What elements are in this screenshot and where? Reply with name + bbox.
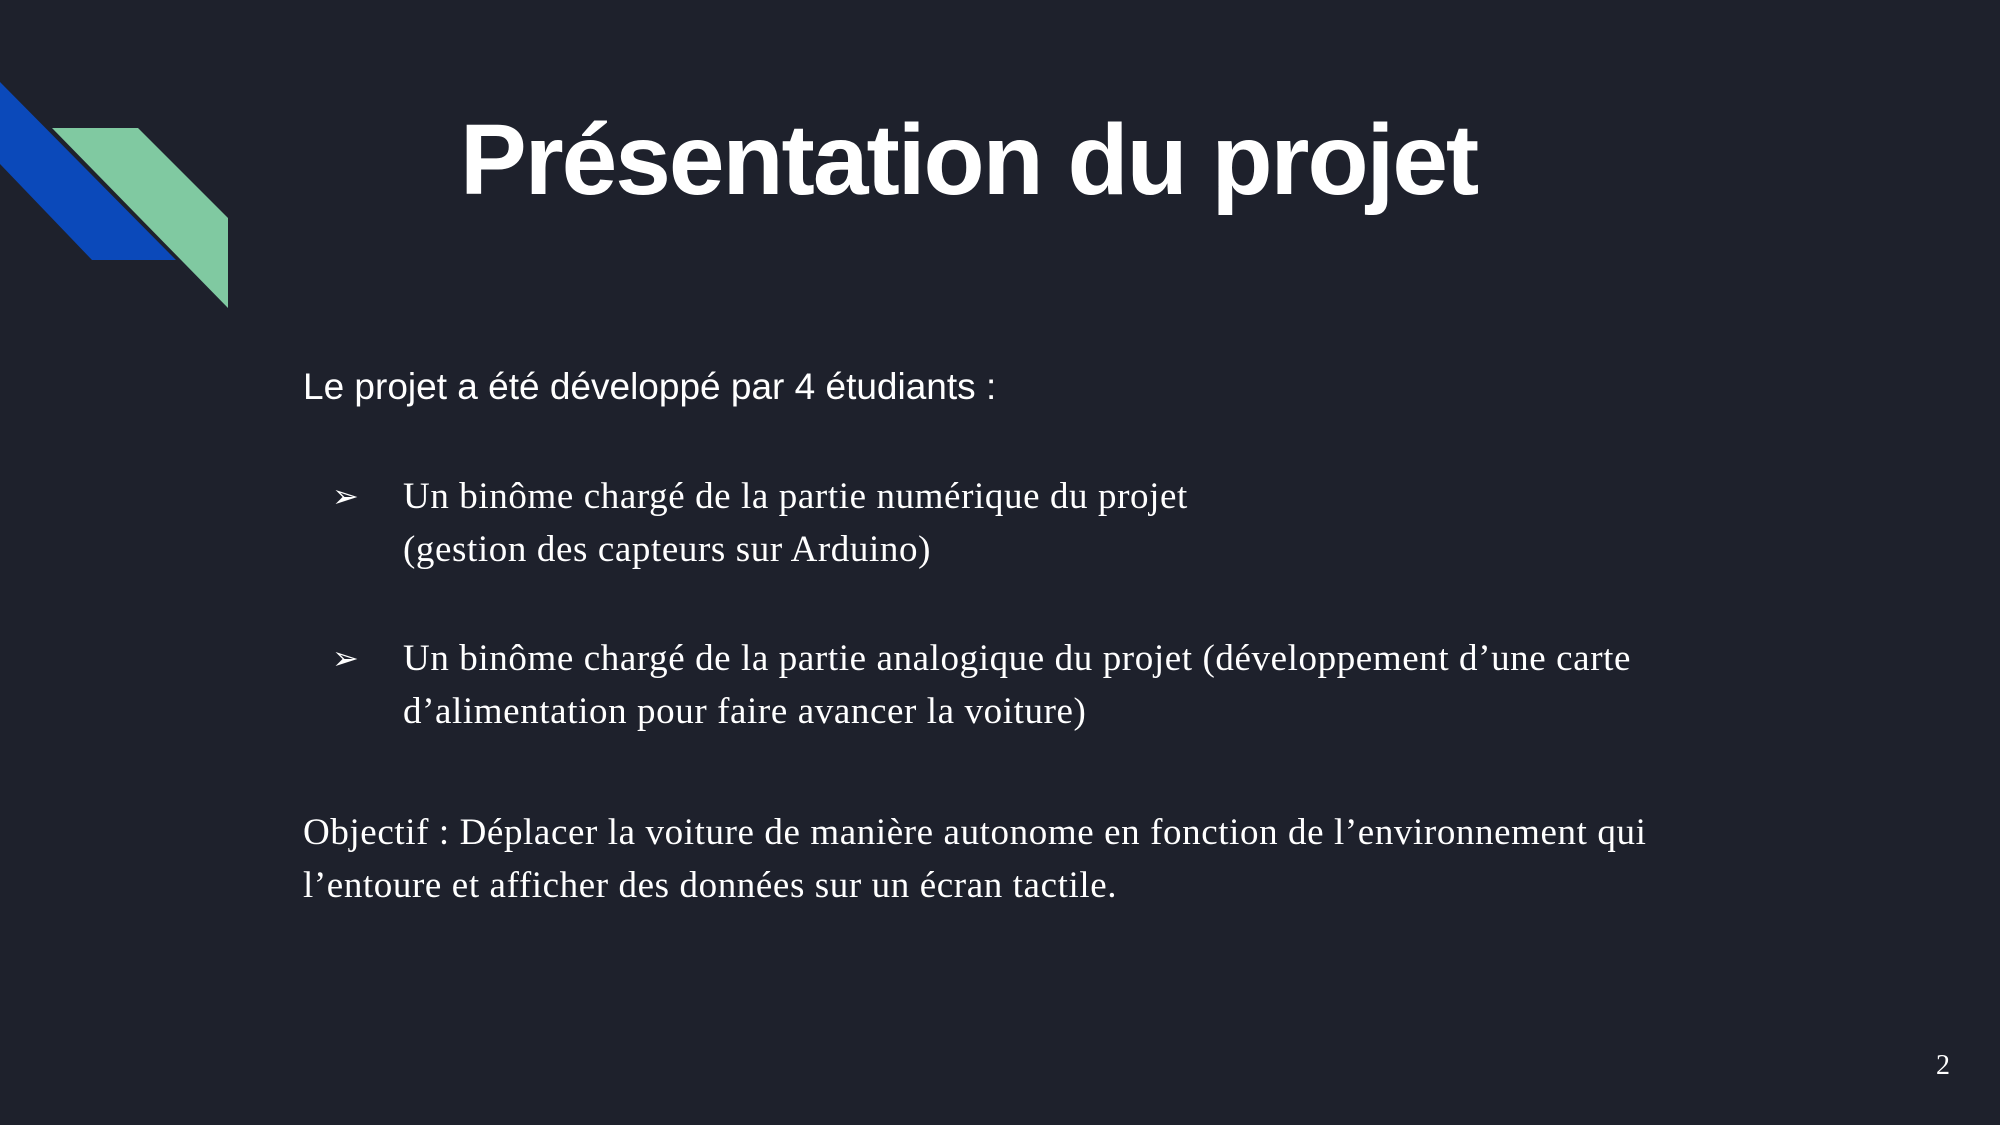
slide-title: Présentation du projet [460, 104, 1479, 216]
bullet-line: (gestion des capteurs sur Arduino) [403, 529, 932, 570]
bullet-text: Un binôme chargé de la partie numérique … [403, 470, 1188, 576]
page-number: 2 [1936, 1050, 1950, 1081]
arrow-bullet-icon: ➢ [332, 477, 359, 515]
intro-text: Le projet a été développé par 4 étudiant… [303, 366, 997, 407]
bullet-line: Un binôme chargé de la partie numérique … [403, 476, 1188, 517]
bullet-text: Un binôme chargé de la partie analogique… [403, 632, 1631, 738]
slide: Présentation du projet Le projet a été d… [0, 0, 2000, 1125]
objective-line: l’entoure et afficher des données sur un… [303, 865, 1118, 906]
bullet-line: d’alimentation pour faire avancer la voi… [403, 691, 1087, 732]
arrow-bullet-icon: ➢ [332, 639, 359, 677]
bullet-line: Un binôme chargé de la partie analogique… [403, 638, 1632, 679]
corner-decoration [0, 82, 228, 308]
objective-line: Objectif : Déplacer la voiture de manièr… [303, 812, 1647, 853]
objective-text: Objectif : Déplacer la voiture de manièr… [303, 806, 1646, 912]
